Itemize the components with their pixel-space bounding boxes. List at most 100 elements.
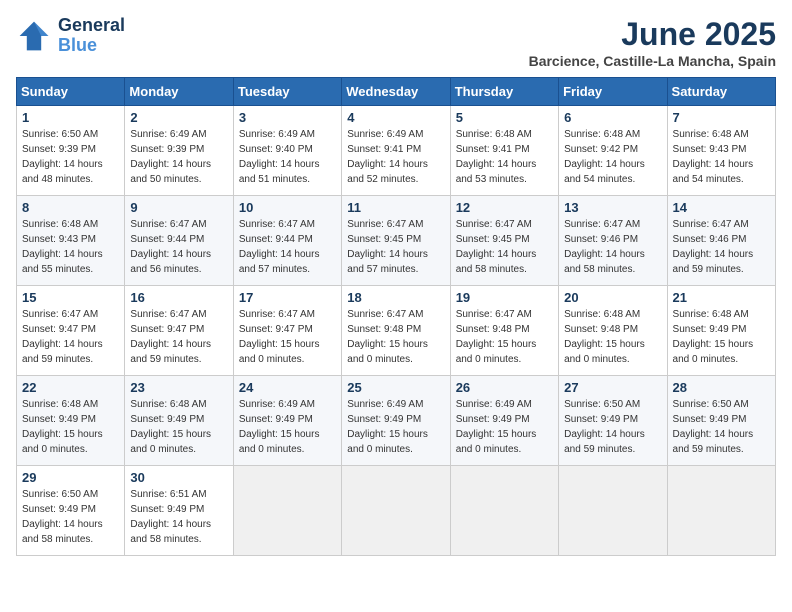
- calendar-cell: 11 Sunrise: 6:47 AMSunset: 9:45 PMDaylig…: [342, 196, 450, 286]
- header-saturday: Saturday: [667, 78, 775, 106]
- calendar-cell: 8 Sunrise: 6:48 AMSunset: 9:43 PMDayligh…: [17, 196, 125, 286]
- header-sunday: Sunday: [17, 78, 125, 106]
- calendar-cell: 10 Sunrise: 6:47 AMSunset: 9:44 PMDaylig…: [233, 196, 341, 286]
- day-number: 15: [22, 290, 119, 305]
- day-number: 16: [130, 290, 227, 305]
- day-number: 2: [130, 110, 227, 125]
- day-info: Sunrise: 6:47 AMSunset: 9:45 PMDaylight:…: [456, 217, 553, 277]
- calendar-cell: 12 Sunrise: 6:47 AMSunset: 9:45 PMDaylig…: [450, 196, 558, 286]
- calendar-cell: [450, 466, 558, 556]
- day-info: Sunrise: 6:47 AMSunset: 9:48 PMDaylight:…: [347, 307, 444, 367]
- calendar-cell: 2 Sunrise: 6:49 AMSunset: 9:39 PMDayligh…: [125, 106, 233, 196]
- calendar-cell: 3 Sunrise: 6:49 AMSunset: 9:40 PMDayligh…: [233, 106, 341, 196]
- day-info: Sunrise: 6:49 AMSunset: 9:49 PMDaylight:…: [239, 397, 336, 457]
- day-info: Sunrise: 6:47 AMSunset: 9:46 PMDaylight:…: [564, 217, 661, 277]
- day-number: 29: [22, 470, 119, 485]
- day-info: Sunrise: 6:47 AMSunset: 9:45 PMDaylight:…: [347, 217, 444, 277]
- day-info: Sunrise: 6:51 AMSunset: 9:49 PMDaylight:…: [130, 487, 227, 547]
- day-info: Sunrise: 6:48 AMSunset: 9:49 PMDaylight:…: [673, 307, 770, 367]
- day-number: 21: [673, 290, 770, 305]
- day-info: Sunrise: 6:48 AMSunset: 9:43 PMDaylight:…: [673, 127, 770, 187]
- calendar-cell: 19 Sunrise: 6:47 AMSunset: 9:48 PMDaylig…: [450, 286, 558, 376]
- day-number: 12: [456, 200, 553, 215]
- day-info: Sunrise: 6:47 AMSunset: 9:46 PMDaylight:…: [673, 217, 770, 277]
- calendar-week-3: 15 Sunrise: 6:47 AMSunset: 9:47 PMDaylig…: [17, 286, 776, 376]
- calendar-subtitle: Barcience, Castille-La Mancha, Spain: [529, 53, 776, 69]
- calendar-table: Sunday Monday Tuesday Wednesday Thursday…: [16, 77, 776, 556]
- day-number: 3: [239, 110, 336, 125]
- calendar-cell: 21 Sunrise: 6:48 AMSunset: 9:49 PMDaylig…: [667, 286, 775, 376]
- calendar-cell: 16 Sunrise: 6:47 AMSunset: 9:47 PMDaylig…: [125, 286, 233, 376]
- day-info: Sunrise: 6:48 AMSunset: 9:42 PMDaylight:…: [564, 127, 661, 187]
- calendar-cell: 25 Sunrise: 6:49 AMSunset: 9:49 PMDaylig…: [342, 376, 450, 466]
- logo-text: General Blue: [58, 16, 125, 56]
- calendar-cell: 6 Sunrise: 6:48 AMSunset: 9:42 PMDayligh…: [559, 106, 667, 196]
- day-number: 19: [456, 290, 553, 305]
- header-monday: Monday: [125, 78, 233, 106]
- calendar-cell: 20 Sunrise: 6:48 AMSunset: 9:48 PMDaylig…: [559, 286, 667, 376]
- calendar-cell: 27 Sunrise: 6:50 AMSunset: 9:49 PMDaylig…: [559, 376, 667, 466]
- calendar-cell: 5 Sunrise: 6:48 AMSunset: 9:41 PMDayligh…: [450, 106, 558, 196]
- day-info: Sunrise: 6:47 AMSunset: 9:47 PMDaylight:…: [130, 307, 227, 367]
- day-info: Sunrise: 6:50 AMSunset: 9:49 PMDaylight:…: [22, 487, 119, 547]
- logo-icon: [16, 18, 52, 54]
- calendar-cell: 18 Sunrise: 6:47 AMSunset: 9:48 PMDaylig…: [342, 286, 450, 376]
- day-number: 11: [347, 200, 444, 215]
- day-info: Sunrise: 6:49 AMSunset: 9:49 PMDaylight:…: [347, 397, 444, 457]
- title-area: June 2025 Barcience, Castille-La Mancha,…: [529, 16, 776, 69]
- day-info: Sunrise: 6:50 AMSunset: 9:39 PMDaylight:…: [22, 127, 119, 187]
- header-friday: Friday: [559, 78, 667, 106]
- day-number: 26: [456, 380, 553, 395]
- calendar-cell: 14 Sunrise: 6:47 AMSunset: 9:46 PMDaylig…: [667, 196, 775, 286]
- calendar-cell: 4 Sunrise: 6:49 AMSunset: 9:41 PMDayligh…: [342, 106, 450, 196]
- day-info: Sunrise: 6:48 AMSunset: 9:43 PMDaylight:…: [22, 217, 119, 277]
- calendar-cell: 9 Sunrise: 6:47 AMSunset: 9:44 PMDayligh…: [125, 196, 233, 286]
- calendar-cell: [667, 466, 775, 556]
- day-number: 13: [564, 200, 661, 215]
- day-number: 7: [673, 110, 770, 125]
- calendar-week-2: 8 Sunrise: 6:48 AMSunset: 9:43 PMDayligh…: [17, 196, 776, 286]
- calendar-cell: 28 Sunrise: 6:50 AMSunset: 9:49 PMDaylig…: [667, 376, 775, 466]
- calendar-cell: 22 Sunrise: 6:48 AMSunset: 9:49 PMDaylig…: [17, 376, 125, 466]
- day-info: Sunrise: 6:50 AMSunset: 9:49 PMDaylight:…: [564, 397, 661, 457]
- day-info: Sunrise: 6:48 AMSunset: 9:49 PMDaylight:…: [130, 397, 227, 457]
- day-info: Sunrise: 6:47 AMSunset: 9:47 PMDaylight:…: [22, 307, 119, 367]
- calendar-cell: 13 Sunrise: 6:47 AMSunset: 9:46 PMDaylig…: [559, 196, 667, 286]
- calendar-cell: 23 Sunrise: 6:48 AMSunset: 9:49 PMDaylig…: [125, 376, 233, 466]
- calendar-cell: 29 Sunrise: 6:50 AMSunset: 9:49 PMDaylig…: [17, 466, 125, 556]
- day-number: 1: [22, 110, 119, 125]
- day-info: Sunrise: 6:47 AMSunset: 9:44 PMDaylight:…: [239, 217, 336, 277]
- day-number: 6: [564, 110, 661, 125]
- day-number: 14: [673, 200, 770, 215]
- calendar-week-1: 1 Sunrise: 6:50 AMSunset: 9:39 PMDayligh…: [17, 106, 776, 196]
- day-info: Sunrise: 6:47 AMSunset: 9:48 PMDaylight:…: [456, 307, 553, 367]
- calendar-cell: [559, 466, 667, 556]
- day-info: Sunrise: 6:47 AMSunset: 9:44 PMDaylight:…: [130, 217, 227, 277]
- header-tuesday: Tuesday: [233, 78, 341, 106]
- day-number: 5: [456, 110, 553, 125]
- day-number: 28: [673, 380, 770, 395]
- calendar-cell: 1 Sunrise: 6:50 AMSunset: 9:39 PMDayligh…: [17, 106, 125, 196]
- day-info: Sunrise: 6:49 AMSunset: 9:39 PMDaylight:…: [130, 127, 227, 187]
- day-info: Sunrise: 6:49 AMSunset: 9:40 PMDaylight:…: [239, 127, 336, 187]
- day-number: 27: [564, 380, 661, 395]
- day-number: 10: [239, 200, 336, 215]
- calendar-week-4: 22 Sunrise: 6:48 AMSunset: 9:49 PMDaylig…: [17, 376, 776, 466]
- day-info: Sunrise: 6:48 AMSunset: 9:49 PMDaylight:…: [22, 397, 119, 457]
- day-info: Sunrise: 6:49 AMSunset: 9:49 PMDaylight:…: [456, 397, 553, 457]
- calendar-cell: 26 Sunrise: 6:49 AMSunset: 9:49 PMDaylig…: [450, 376, 558, 466]
- day-number: 9: [130, 200, 227, 215]
- day-number: 8: [22, 200, 119, 215]
- calendar-week-5: 29 Sunrise: 6:50 AMSunset: 9:49 PMDaylig…: [17, 466, 776, 556]
- day-info: Sunrise: 6:48 AMSunset: 9:41 PMDaylight:…: [456, 127, 553, 187]
- day-number: 30: [130, 470, 227, 485]
- header-thursday: Thursday: [450, 78, 558, 106]
- day-info: Sunrise: 6:50 AMSunset: 9:49 PMDaylight:…: [673, 397, 770, 457]
- day-headers: Sunday Monday Tuesday Wednesday Thursday…: [17, 78, 776, 106]
- calendar-cell: 24 Sunrise: 6:49 AMSunset: 9:49 PMDaylig…: [233, 376, 341, 466]
- day-number: 22: [22, 380, 119, 395]
- day-number: 20: [564, 290, 661, 305]
- day-number: 25: [347, 380, 444, 395]
- page-header: General Blue June 2025 Barcience, Castil…: [16, 16, 776, 69]
- logo: General Blue: [16, 16, 125, 56]
